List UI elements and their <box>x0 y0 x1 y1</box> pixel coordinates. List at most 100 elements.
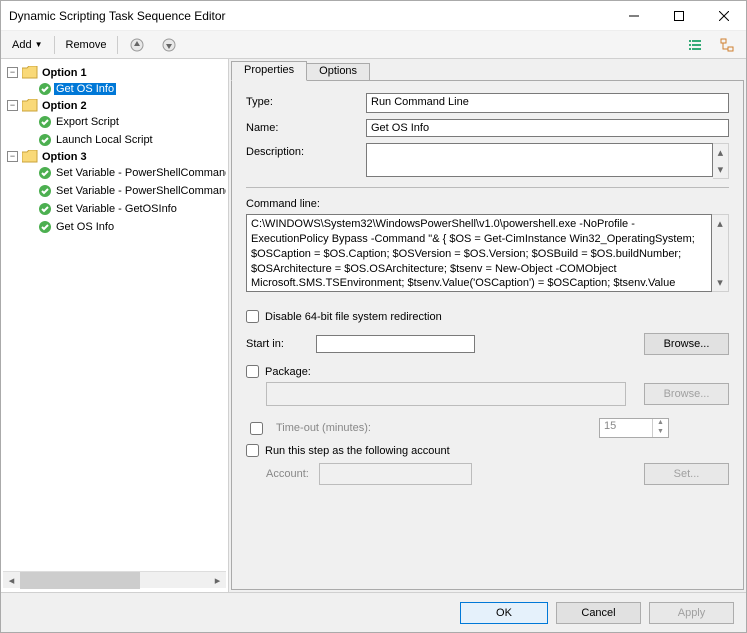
app-window: Dynamic Scripting Task Sequence Editor A… <box>0 0 747 633</box>
collapse-icon[interactable]: − <box>7 67 18 78</box>
window-title: Dynamic Scripting Task Sequence Editor <box>9 9 611 23</box>
tree-label: Set Variable - PowerShellCommand <box>54 167 226 179</box>
toolbar: Add▼ Remove <box>1 31 746 59</box>
timeout-checkbox[interactable] <box>250 422 263 435</box>
ok-button[interactable]: OK <box>460 602 548 624</box>
tree-item[interactable]: Set Variable - PowerShellCommand <box>23 184 226 198</box>
dialog-footer: OK Cancel Apply <box>1 592 746 632</box>
minimize-button[interactable] <box>611 1 656 30</box>
package-label: Package: <box>265 366 311 378</box>
browse-package-button: Browse... <box>644 383 729 405</box>
timeout-value: 15 <box>600 419 652 437</box>
arrow-down-icon <box>161 37 177 53</box>
vertical-scrollbar[interactable]: ▴▾ <box>712 214 729 292</box>
set-account-button: Set... <box>644 463 729 485</box>
tree-pane: − Option 1 Get OS Info <box>1 59 229 592</box>
commandline-label: Command line: <box>246 198 729 210</box>
separator <box>117 36 118 54</box>
scroll-thumb[interactable] <box>20 572 140 589</box>
scroll-down-icon[interactable]: ▾ <box>712 274 728 291</box>
tree-icon <box>719 37 735 53</box>
check-icon <box>38 166 52 180</box>
tab-options[interactable]: Options <box>306 63 370 81</box>
tree-item[interactable]: Export Script <box>23 115 121 129</box>
tree-label: Launch Local Script <box>54 134 155 146</box>
account-box <box>319 463 473 485</box>
move-up-button[interactable] <box>122 34 152 56</box>
package-box <box>266 382 626 406</box>
tree-label: Set Variable - PowerShellCommand <box>54 185 226 197</box>
list-icon <box>687 37 703 53</box>
task-tree[interactable]: − Option 1 Get OS Info <box>3 63 226 571</box>
tree-item[interactable]: Set Variable - GetOSInfo <box>23 202 179 216</box>
tree-group[interactable]: − Option 1 <box>7 66 89 79</box>
tree-label: Set Variable - GetOSInfo <box>54 203 179 215</box>
tab-properties[interactable]: Properties <box>231 61 307 81</box>
close-button[interactable] <box>701 1 746 30</box>
package-checkbox[interactable] <box>246 365 259 378</box>
tree-group[interactable]: − Option 3 <box>7 150 89 163</box>
properties-page: Type: Run Command Line Name: Description… <box>231 80 744 590</box>
horizontal-scrollbar[interactable]: ◂ ▸ <box>3 571 226 588</box>
commandline-input[interactable]: C:\WINDOWS\System32\WindowsPowerShell\v1… <box>246 214 712 292</box>
type-label: Type: <box>246 93 356 108</box>
name-label: Name: <box>246 119 356 134</box>
timeout-label: Time-out (minutes): <box>276 422 371 434</box>
folder-icon <box>22 99 38 112</box>
arrow-up-icon <box>129 37 145 53</box>
dropdown-icon: ▼ <box>35 40 43 49</box>
account-label: Account: <box>266 468 309 480</box>
runas-label: Run this step as the following account <box>265 445 450 457</box>
check-icon <box>38 184 52 198</box>
disable-64bit-checkbox[interactable] <box>246 310 259 323</box>
tree-label: Get OS Info <box>54 83 116 95</box>
separator <box>54 36 55 54</box>
title-bar: Dynamic Scripting Task Sequence Editor <box>1 1 746 31</box>
add-button[interactable]: Add▼ <box>5 36 50 54</box>
tree-label: Option 3 <box>40 151 89 163</box>
timeout-spinner: 15 ▲▼ <box>599 418 669 438</box>
scroll-right-icon[interactable]: ▸ <box>209 572 226 589</box>
remove-button[interactable]: Remove <box>59 36 114 54</box>
type-value: Run Command Line <box>366 93 729 113</box>
check-icon <box>38 133 52 147</box>
tree-item[interactable]: Set Variable - PowerShellCommand <box>23 166 226 180</box>
cancel-button[interactable]: Cancel <box>556 602 641 624</box>
runas-checkbox[interactable] <box>246 444 259 457</box>
browse-startin-button[interactable]: Browse... <box>644 333 729 355</box>
tree-group[interactable]: − Option 2 <box>7 99 89 112</box>
vertical-scrollbar[interactable]: ▴▾ <box>713 143 729 179</box>
description-label: Description: <box>246 143 356 158</box>
toolbar-action-1[interactable] <box>680 34 710 56</box>
tree-label: Option 1 <box>40 67 89 79</box>
spinner-up-icon: ▲ <box>653 419 668 428</box>
check-icon <box>38 220 52 234</box>
move-down-button[interactable] <box>154 34 184 56</box>
tree-item[interactable]: Launch Local Script <box>23 133 155 147</box>
maximize-button[interactable] <box>656 1 701 30</box>
tree-label: Export Script <box>54 116 121 128</box>
disable-64bit-label: Disable 64-bit file system redirection <box>265 311 442 323</box>
tree-label: Get OS Info <box>54 221 116 233</box>
spinner-down-icon: ▼ <box>653 428 668 437</box>
check-icon <box>38 202 52 216</box>
description-input[interactable] <box>366 143 713 177</box>
tree-item[interactable]: Get OS Info <box>23 82 116 96</box>
check-icon <box>38 115 52 129</box>
folder-icon <box>22 150 38 163</box>
details-pane: Properties Options Type: Run Command Lin… <box>229 59 746 592</box>
startin-input[interactable] <box>316 335 475 353</box>
collapse-icon[interactable]: − <box>7 100 18 111</box>
check-icon <box>38 82 52 96</box>
scroll-down-icon[interactable]: ▾ <box>713 161 728 178</box>
tree-item[interactable]: Get OS Info <box>23 220 116 234</box>
folder-icon <box>22 66 38 79</box>
apply-button: Apply <box>649 602 734 624</box>
collapse-icon[interactable]: − <box>7 151 18 162</box>
scroll-up-icon[interactable]: ▴ <box>712 215 728 232</box>
toolbar-action-2[interactable] <box>712 34 742 56</box>
scroll-up-icon[interactable]: ▴ <box>713 144 728 161</box>
scroll-left-icon[interactable]: ◂ <box>3 572 20 589</box>
name-input[interactable] <box>366 119 729 137</box>
divider <box>246 187 729 188</box>
